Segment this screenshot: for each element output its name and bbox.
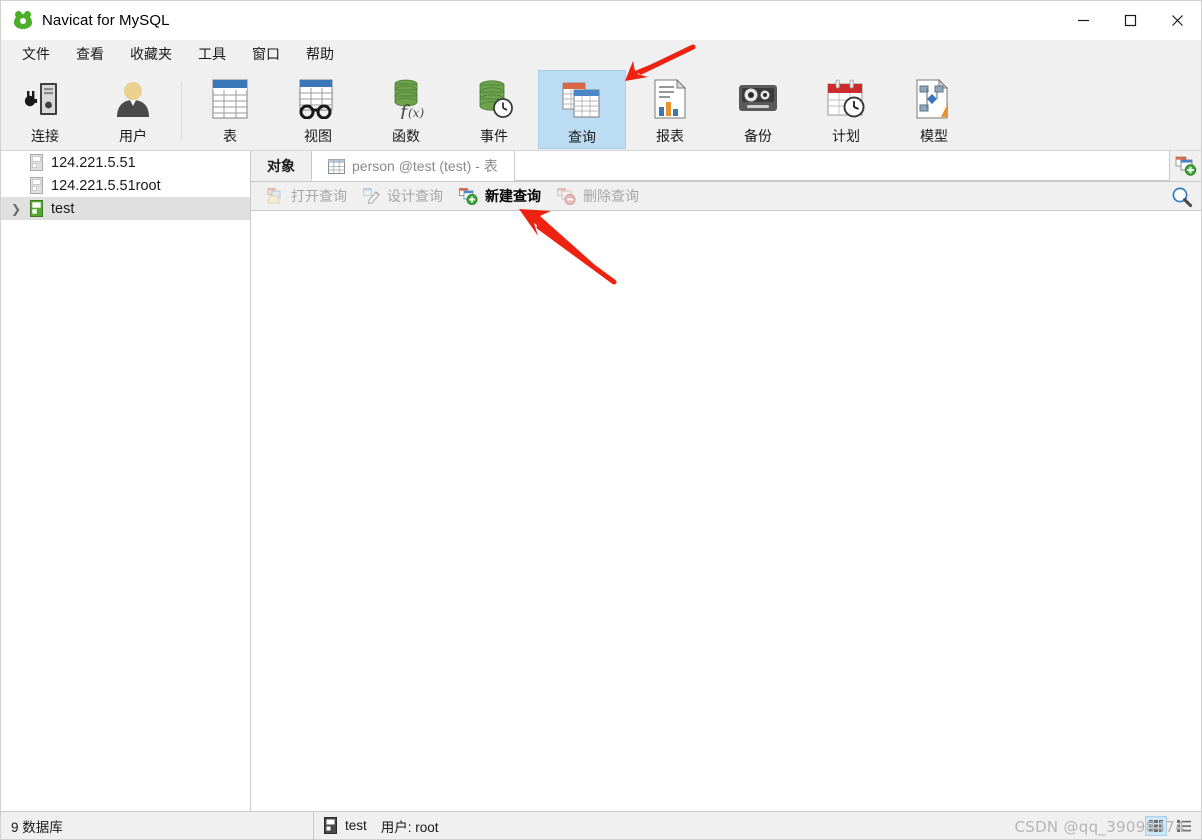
body-split: 124.221.5.51 124.221.5.51root ❯ test 对象 … bbox=[1, 151, 1201, 811]
toolbar-button-connection[interactable]: 连接 bbox=[1, 70, 89, 149]
toolbar-label-event: 事件 bbox=[480, 128, 508, 144]
toolbar-label-schedule: 计划 bbox=[832, 128, 860, 144]
function-icon: f (x) bbox=[382, 78, 430, 120]
tab-person-table-label: person @test (test) - 表 bbox=[352, 158, 498, 174]
window-title: Navicat for MySQL bbox=[42, 11, 170, 29]
status-view-toggles bbox=[1145, 812, 1195, 840]
tab-objects[interactable]: 对象 bbox=[251, 151, 312, 181]
menu-item-file[interactable]: 文件 bbox=[9, 40, 63, 68]
tab-objects-label: 对象 bbox=[267, 157, 295, 174]
sidebar-item-connection-2[interactable]: 124.221.5.51root bbox=[1, 174, 250, 197]
menu-item-view[interactable]: 查看 bbox=[63, 40, 117, 68]
window-controls bbox=[1060, 1, 1201, 40]
status-bar: 9 数据库 test 用户: root CSDN @qq_39098474 bbox=[1, 811, 1201, 840]
table-grid-icon bbox=[328, 158, 345, 174]
server-green-icon bbox=[25, 200, 47, 217]
status-connection: test 用户: root bbox=[314, 812, 449, 840]
status-db-count: 9 数据库 bbox=[11, 819, 63, 835]
new-query-icon bbox=[459, 187, 479, 205]
navicat-green-logo-icon bbox=[14, 11, 32, 29]
server-dark-icon bbox=[324, 817, 337, 834]
status-connection-name: test bbox=[345, 818, 367, 833]
search-magnifier-icon[interactable] bbox=[1169, 184, 1195, 210]
view-icon bbox=[294, 78, 342, 120]
query-toolbar: 打开查询 设计查询 新建查询 删除查询 bbox=[251, 182, 1201, 211]
close-icon[interactable] bbox=[1154, 1, 1201, 40]
menu-item-favorites[interactable]: 收藏夹 bbox=[117, 40, 185, 68]
server-gray-icon bbox=[25, 154, 47, 171]
event-icon bbox=[470, 78, 518, 120]
schedule-icon bbox=[822, 78, 870, 120]
title-bar: Navicat for MySQL bbox=[1, 1, 1201, 40]
toolbar-label-user: 用户 bbox=[119, 128, 147, 144]
menu-item-window[interactable]: 窗口 bbox=[239, 40, 293, 68]
tab-person-table[interactable]: person @test (test) - 表 bbox=[312, 151, 515, 181]
toolbar-button-user[interactable]: 用户 bbox=[89, 70, 177, 149]
toolbar-button-table[interactable]: 表 bbox=[186, 70, 274, 149]
object-tab-strip: 对象 person @test (test) - 表 bbox=[251, 151, 1201, 182]
table-icon bbox=[206, 78, 254, 120]
toolbar-button-backup[interactable]: 备份 bbox=[714, 70, 802, 149]
toolbar-label-backup: 备份 bbox=[744, 128, 772, 144]
toolbar-button-schedule[interactable]: 计划 bbox=[802, 70, 890, 149]
toolbar-label-report: 报表 bbox=[656, 128, 684, 144]
new-query-label: 新建查询 bbox=[485, 188, 541, 204]
toolbar-button-view[interactable]: 视图 bbox=[274, 70, 362, 149]
new-query-button[interactable]: 新建查询 bbox=[451, 184, 549, 208]
toolbar-button-report[interactable]: 报表 bbox=[626, 70, 714, 149]
toolbar-label-query: 查询 bbox=[568, 129, 596, 145]
navicat-main-window: Navicat for MySQL 文件 查看 收藏夹 工具 窗口 帮助 连接 … bbox=[0, 0, 1202, 840]
chevron-right-icon[interactable]: ❯ bbox=[7, 203, 25, 215]
open-query-button[interactable]: 打开查询 bbox=[259, 184, 355, 208]
design-query-button[interactable]: 设计查询 bbox=[355, 184, 451, 208]
delete-query-button[interactable]: 删除查询 bbox=[549, 184, 647, 208]
toolbar-label-model: 模型 bbox=[920, 128, 948, 144]
maximize-icon[interactable] bbox=[1107, 1, 1154, 40]
model-icon bbox=[910, 78, 958, 120]
sidebar-item-label: test bbox=[51, 200, 75, 217]
connection-tree-sidebar: 124.221.5.51 124.221.5.51root ❯ test bbox=[1, 151, 251, 811]
minimize-icon[interactable] bbox=[1060, 1, 1107, 40]
toolbar-button-query[interactable]: 查询 bbox=[538, 70, 626, 149]
backup-icon bbox=[734, 78, 782, 120]
report-icon bbox=[646, 78, 694, 120]
new-query-tab-button[interactable] bbox=[1169, 151, 1201, 181]
sidebar-item-label: 124.221.5.51 bbox=[51, 154, 136, 171]
svg-text:(x): (x) bbox=[408, 106, 424, 119]
toolbar-button-model[interactable]: 模型 bbox=[890, 70, 978, 149]
toolbar-label-connection: 连接 bbox=[31, 128, 59, 144]
toolbar-label-function: 函数 bbox=[392, 128, 420, 144]
open-query-label: 打开查询 bbox=[291, 188, 347, 204]
delete-query-icon bbox=[557, 187, 577, 205]
status-user-label: 用户: root bbox=[380, 819, 439, 835]
connection-icon bbox=[21, 78, 69, 120]
sidebar-item-connection-1[interactable]: 124.221.5.51 bbox=[1, 151, 250, 174]
sidebar-item-connection-test[interactable]: ❯ test bbox=[1, 197, 250, 220]
menu-item-tools[interactable]: 工具 bbox=[185, 40, 239, 68]
toolbar-separator bbox=[181, 82, 182, 140]
sidebar-item-label: 124.221.5.51root bbox=[51, 177, 161, 194]
list-view-icon[interactable] bbox=[1173, 816, 1195, 836]
new-query-icon bbox=[1175, 156, 1196, 176]
toolbar-button-event[interactable]: 事件 bbox=[450, 70, 538, 149]
toolbar-label-view: 视图 bbox=[304, 128, 332, 144]
grid-view-icon[interactable] bbox=[1145, 816, 1167, 836]
menu-item-help[interactable]: 帮助 bbox=[293, 40, 347, 68]
open-query-icon bbox=[267, 188, 285, 204]
toolbar-label-table: 表 bbox=[223, 128, 237, 144]
tab-strip-filler bbox=[514, 151, 1169, 181]
delete-query-label: 删除查询 bbox=[583, 188, 639, 204]
design-query-icon bbox=[363, 188, 381, 204]
query-list-area[interactable] bbox=[251, 211, 1201, 811]
menu-bar: 文件 查看 收藏夹 工具 窗口 帮助 bbox=[1, 40, 1201, 68]
toolbar-button-function[interactable]: f (x) 函数 bbox=[362, 70, 450, 149]
server-gray-icon bbox=[25, 177, 47, 194]
user-icon bbox=[109, 78, 157, 120]
main-toolbar: 连接 用户 表 视图 f (x) 函数 事件 查询 报表 备份 计划 模型 bbox=[1, 68, 1201, 151]
design-query-label: 设计查询 bbox=[387, 188, 443, 204]
right-pane: 对象 person @test (test) - 表 打开查询 设计查询 新建查… bbox=[251, 151, 1201, 811]
query-icon bbox=[558, 79, 606, 121]
